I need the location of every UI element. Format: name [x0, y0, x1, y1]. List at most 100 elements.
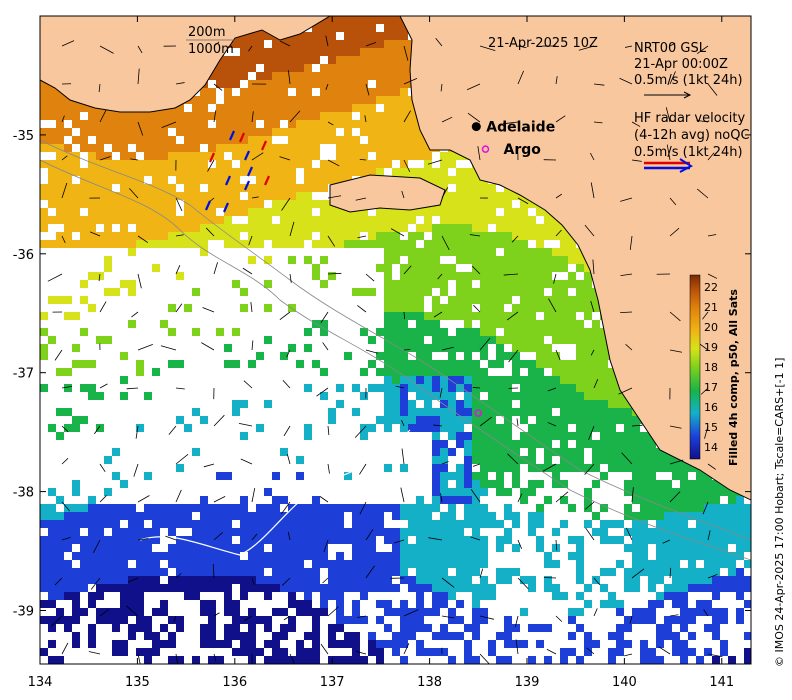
sst-cell	[544, 320, 552, 328]
sst-cell	[312, 608, 320, 616]
sst-cell	[48, 504, 56, 512]
sst-cell	[440, 448, 448, 456]
sst-cell	[264, 400, 272, 408]
sst-cell	[552, 592, 560, 600]
sst-cell	[88, 640, 96, 648]
sst-cell	[264, 224, 272, 232]
sst-cell	[80, 536, 88, 544]
sst-cell	[472, 184, 480, 192]
sst-cell	[272, 144, 280, 152]
sst-cell	[248, 96, 256, 104]
sst-cell	[456, 248, 464, 256]
sst-cell	[248, 88, 256, 96]
sst-cell	[464, 520, 472, 528]
sst-cell	[112, 472, 120, 480]
sst-cell	[496, 568, 504, 576]
sst-cell	[144, 584, 152, 592]
sst-cell	[200, 584, 208, 592]
sst-cell	[224, 624, 232, 632]
sst-cell	[160, 520, 168, 528]
sst-cell	[464, 656, 472, 664]
sst-cell	[184, 512, 192, 520]
sst-cell	[424, 608, 432, 616]
sst-cell	[72, 536, 80, 544]
sst-cell	[200, 112, 208, 120]
sst-cell	[64, 616, 72, 624]
sst-cell	[264, 64, 272, 72]
sst-cell	[240, 208, 248, 216]
sst-cell	[512, 256, 520, 264]
sst-cell	[464, 376, 472, 384]
sst-cell	[672, 648, 680, 656]
sst-cell	[536, 256, 544, 264]
sst-cell	[384, 384, 392, 392]
sst-cell	[72, 512, 80, 520]
sst-cell	[496, 488, 504, 496]
sst-cell	[528, 440, 536, 448]
sst-cell	[560, 288, 568, 296]
sst-cell	[680, 600, 688, 608]
sst-cell	[464, 176, 472, 184]
sst-cell	[344, 32, 352, 40]
sst-cell	[488, 512, 496, 520]
sst-cell	[216, 168, 224, 176]
sst-cell	[456, 280, 464, 288]
sst-cell	[472, 560, 480, 568]
sst-cell	[632, 448, 640, 456]
sst-cell	[360, 368, 368, 376]
sst-cell	[520, 232, 528, 240]
sst-cell	[264, 488, 272, 496]
sst-cell	[528, 424, 536, 432]
sst-cell	[592, 400, 600, 408]
sst-cell	[288, 216, 296, 224]
sst-cell	[344, 232, 352, 240]
sst-cell	[80, 232, 88, 240]
sst-cell	[392, 80, 400, 88]
sst-cell	[160, 240, 168, 248]
sst-cell	[208, 568, 216, 576]
sst-cell	[608, 432, 616, 440]
sst-cell	[576, 568, 584, 576]
sst-cell	[232, 328, 240, 336]
sst-cell	[432, 536, 440, 544]
sst-cell	[640, 464, 648, 472]
sst-cell	[96, 568, 104, 576]
sst-cell	[88, 272, 96, 280]
sst-cell	[544, 408, 552, 416]
sst-cell	[608, 456, 616, 464]
sst-cell	[328, 232, 336, 240]
sst-cell	[48, 552, 56, 560]
sst-cell	[312, 96, 320, 104]
sst-cell	[208, 608, 216, 616]
sst-cell	[408, 528, 416, 536]
sst-cell	[288, 96, 296, 104]
sst-cell	[392, 584, 400, 592]
sst-cell	[224, 72, 232, 80]
sst-cell	[440, 168, 448, 176]
sst-cell	[536, 400, 544, 408]
sst-cell	[264, 120, 272, 128]
sst-cell	[264, 256, 272, 264]
sst-cell	[248, 512, 256, 520]
sst-cell	[184, 560, 192, 568]
sst-cell	[272, 160, 280, 168]
sst-cell	[400, 128, 408, 136]
sst-cell	[56, 608, 64, 616]
sst-cell	[488, 448, 496, 456]
sst-cell	[472, 336, 480, 344]
sst-cell	[632, 560, 640, 568]
sst-cell	[424, 512, 432, 520]
sst-cell	[320, 96, 328, 104]
sst-cell	[112, 536, 120, 544]
sst-cell	[400, 464, 408, 472]
sst-cell	[560, 232, 568, 240]
sst-cell	[392, 136, 400, 144]
sst-cell	[392, 400, 400, 408]
sst-cell	[360, 432, 368, 440]
sst-cell	[312, 120, 320, 128]
sst-cell	[448, 368, 456, 376]
sst-cell	[304, 528, 312, 536]
sst-cell	[472, 192, 480, 200]
sst-cell	[208, 560, 216, 568]
sst-cell	[368, 232, 376, 240]
